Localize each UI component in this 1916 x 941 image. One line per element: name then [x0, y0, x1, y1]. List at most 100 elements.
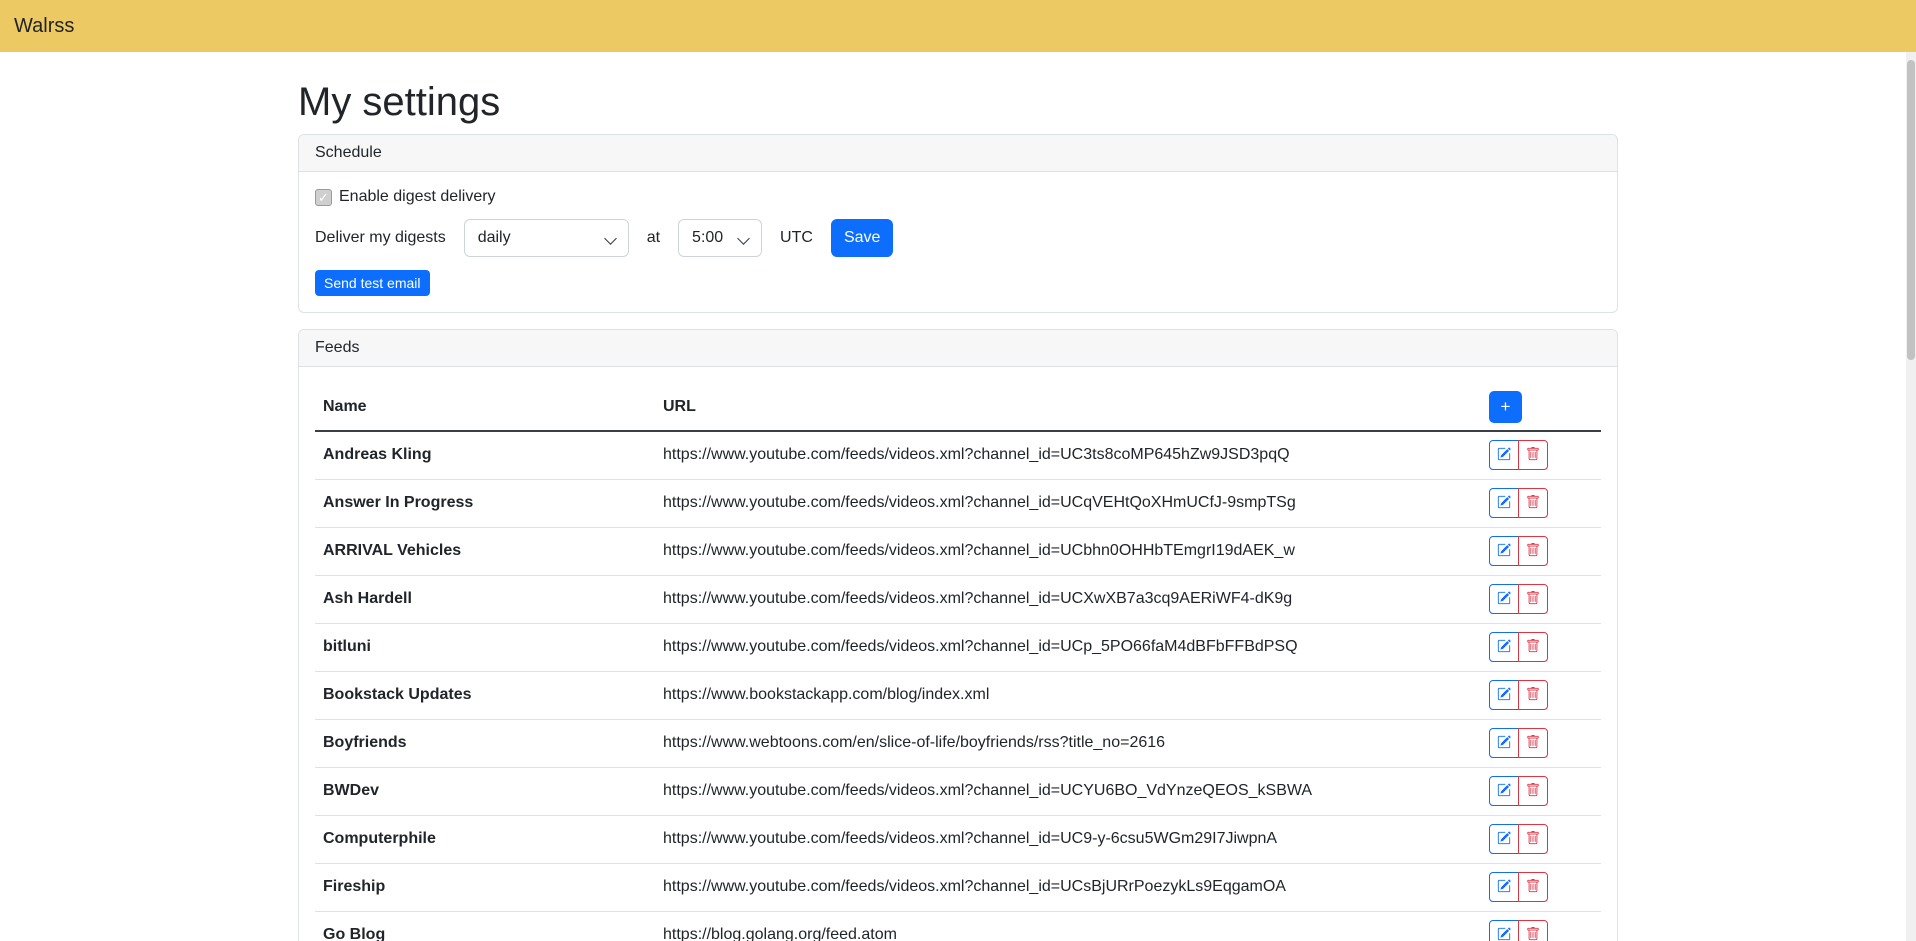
frequency-select[interactable]: daily: [464, 219, 629, 257]
feed-row: Bookstack Updates https://www.bookstacka…: [315, 671, 1601, 719]
delete-feed-button[interactable]: [1518, 920, 1548, 941]
edit-feed-button[interactable]: [1489, 872, 1519, 902]
pencil-square-icon: [1497, 927, 1511, 941]
feed-actions: [1481, 863, 1601, 911]
feed-name: Answer In Progress: [315, 479, 655, 527]
feed-row: Ash Hardell https://www.youtube.com/feed…: [315, 575, 1601, 623]
delete-feed-button[interactable]: [1518, 584, 1548, 614]
send-test-row: Send test email: [315, 270, 1601, 296]
feed-actions: [1481, 671, 1601, 719]
pencil-square-icon: [1497, 783, 1511, 800]
feed-row: Boyfriends https://www.webtoons.com/en/s…: [315, 719, 1601, 767]
delete-feed-button[interactable]: [1518, 440, 1548, 470]
trash-icon: [1526, 927, 1540, 941]
edit-feed-button[interactable]: [1489, 632, 1519, 662]
feed-url: https://www.youtube.com/feeds/videos.xml…: [655, 479, 1481, 527]
trash-icon: [1526, 879, 1540, 896]
feed-url: https://www.youtube.com/feeds/videos.xml…: [655, 863, 1481, 911]
edit-feed-button[interactable]: [1489, 680, 1519, 710]
scrollbar-thumb[interactable]: [1907, 60, 1915, 360]
feed-name: Ash Hardell: [315, 575, 655, 623]
delete-feed-button[interactable]: [1518, 632, 1548, 662]
column-header-name: Name: [315, 383, 655, 431]
delete-feed-button[interactable]: [1518, 488, 1548, 518]
feed-actions-group: [1489, 872, 1548, 902]
feed-row: BWDev https://www.youtube.com/feeds/vide…: [315, 767, 1601, 815]
feed-name: Bookstack Updates: [315, 671, 655, 719]
feed-actions-group: [1489, 536, 1548, 566]
delete-feed-button[interactable]: [1518, 872, 1548, 902]
feed-name: Go Blog: [315, 911, 655, 941]
trash-icon: [1526, 831, 1540, 848]
plus-icon: +: [1501, 397, 1511, 417]
feed-row: ARRIVAL Vehicles https://www.youtube.com…: [315, 527, 1601, 575]
feed-url: https://blog.golang.org/feed.atom: [655, 911, 1481, 941]
delete-feed-button[interactable]: [1518, 776, 1548, 806]
feeds-table-header-row: Name URL +: [315, 383, 1601, 431]
feed-row: Andreas Kling https://www.youtube.com/fe…: [315, 431, 1601, 479]
trash-icon: [1526, 639, 1540, 656]
feeds-table: Name URL + Andreas Kling https://www.you…: [315, 383, 1601, 941]
edit-feed-button[interactable]: [1489, 440, 1519, 470]
edit-feed-button[interactable]: [1489, 728, 1519, 758]
delete-feed-button[interactable]: [1518, 824, 1548, 854]
feed-actions-group: [1489, 632, 1548, 662]
main-content: My settings Schedule ✓ Enable digest del…: [298, 78, 1618, 941]
feed-row: Answer In Progress https://www.youtube.c…: [315, 479, 1601, 527]
edit-feed-button[interactable]: [1489, 536, 1519, 566]
feeds-table-body: Andreas Kling https://www.youtube.com/fe…: [315, 431, 1601, 941]
edit-feed-button[interactable]: [1489, 584, 1519, 614]
edit-feed-button[interactable]: [1489, 824, 1519, 854]
delete-feed-button[interactable]: [1518, 536, 1548, 566]
delete-feed-button[interactable]: [1518, 728, 1548, 758]
feed-actions-group: [1489, 488, 1548, 518]
edit-feed-button[interactable]: [1489, 776, 1519, 806]
trash-icon: [1526, 735, 1540, 752]
app-brand[interactable]: Walrss: [14, 15, 74, 38]
pencil-square-icon: [1497, 687, 1511, 704]
feed-name: ARRIVAL Vehicles: [315, 527, 655, 575]
time-selected-value: 5:00: [692, 229, 723, 247]
feed-row: bitluni https://www.youtube.com/feeds/vi…: [315, 623, 1601, 671]
frequency-selected-value: daily: [478, 229, 511, 247]
feed-row: Computerphile https://www.youtube.com/fe…: [315, 815, 1601, 863]
feed-actions-group: [1489, 776, 1548, 806]
send-test-email-button[interactable]: Send test email: [315, 270, 430, 296]
pencil-square-icon: [1497, 447, 1511, 464]
time-select[interactable]: 5:00: [678, 219, 762, 257]
feed-name: Boyfriends: [315, 719, 655, 767]
delete-feed-button[interactable]: [1518, 680, 1548, 710]
enable-digest-row: ✓ Enable digest delivery: [315, 188, 1601, 206]
pencil-square-icon: [1497, 495, 1511, 512]
feed-row: Go Blog https://blog.golang.org/feed.ato…: [315, 911, 1601, 941]
pencil-square-icon: [1497, 735, 1511, 752]
pencil-square-icon: [1497, 879, 1511, 896]
enable-digest-checkbox[interactable]: ✓: [315, 189, 332, 206]
trash-icon: [1526, 687, 1540, 704]
column-header-url: URL: [655, 383, 1481, 431]
trash-icon: [1526, 495, 1540, 512]
add-feed-button[interactable]: +: [1489, 391, 1522, 423]
feed-url: https://www.youtube.com/feeds/videos.xml…: [655, 623, 1481, 671]
feed-name: Andreas Kling: [315, 431, 655, 479]
edit-feed-button[interactable]: [1489, 920, 1519, 941]
scrollbar-track[interactable]: [1906, 52, 1916, 941]
feeds-card-body: Name URL + Andreas Kling https://www.you…: [299, 367, 1617, 941]
feed-name: BWDev: [315, 767, 655, 815]
feed-url: https://www.webtoons.com/en/slice-of-lif…: [655, 719, 1481, 767]
enable-digest-label[interactable]: Enable digest delivery: [339, 188, 496, 206]
trash-icon: [1526, 783, 1540, 800]
feed-actions: [1481, 815, 1601, 863]
timezone-label: UTC: [780, 229, 813, 247]
feed-actions: [1481, 911, 1601, 941]
pencil-square-icon: [1497, 543, 1511, 560]
feeds-card-header: Feeds: [299, 330, 1617, 367]
feed-url: https://www.youtube.com/feeds/videos.xml…: [655, 527, 1481, 575]
save-button[interactable]: Save: [831, 219, 893, 257]
feed-url: https://www.youtube.com/feeds/videos.xml…: [655, 575, 1481, 623]
feed-actions: [1481, 719, 1601, 767]
schedule-card-header: Schedule: [299, 135, 1617, 172]
edit-feed-button[interactable]: [1489, 488, 1519, 518]
feed-url: https://www.youtube.com/feeds/videos.xml…: [655, 431, 1481, 479]
trash-icon: [1526, 591, 1540, 608]
